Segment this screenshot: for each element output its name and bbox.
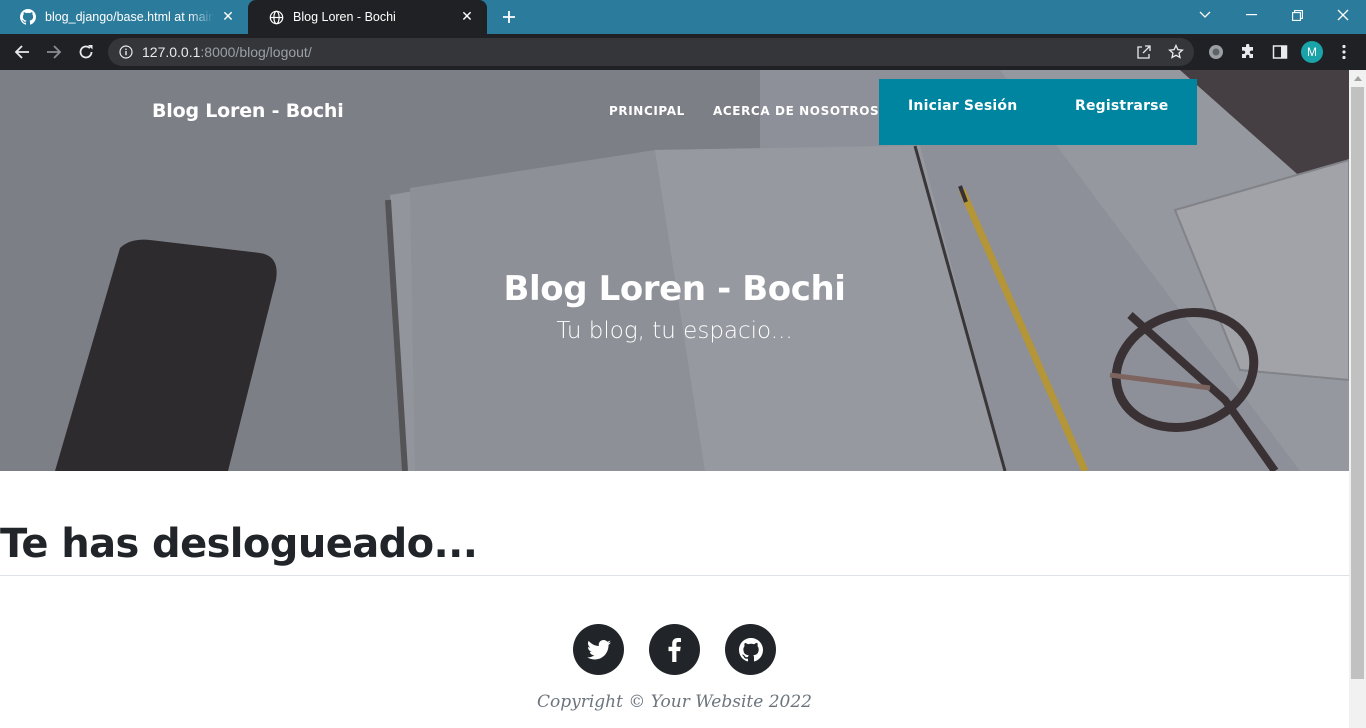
close-window-button[interactable] [1320, 0, 1366, 30]
back-button[interactable] [10, 40, 34, 64]
github-icon [738, 637, 763, 661]
masthead: Blog Loren - Bochi PRINCIPAL ACERCA DE N… [0, 70, 1349, 471]
nav-link-about[interactable]: ACERCA DE NOSOTROS [713, 104, 879, 118]
site-subheading: Tu blog, tu espacio... [556, 318, 793, 344]
url-path: :8000/blog/logout/ [200, 44, 312, 60]
tab-search-icon[interactable] [1182, 0, 1228, 30]
login-link[interactable]: Iniciar Sesión [908, 98, 1017, 114]
extension-icon[interactable] [1204, 40, 1228, 64]
page-scrollbar[interactable] [1349, 70, 1366, 728]
forward-button[interactable] [42, 40, 66, 64]
facebook-link[interactable] [649, 624, 700, 675]
register-link[interactable]: Registrarse [1075, 98, 1168, 114]
reload-button[interactable] [74, 40, 98, 64]
side-panel-icon[interactable] [1268, 40, 1292, 64]
scroll-up-icon[interactable] [1354, 76, 1362, 81]
nav-link-principal[interactable]: PRINCIPAL [609, 104, 685, 118]
new-tab-button[interactable] [498, 6, 520, 28]
copyright-text: Copyright © Your Website 2022 [537, 692, 812, 712]
tab-title: Blog Loren - Bochi [293, 10, 396, 24]
close-icon[interactable]: ✕ [459, 9, 475, 25]
avatar[interactable]: M [1301, 41, 1323, 63]
info-icon[interactable] [119, 45, 133, 59]
puzzle-icon[interactable] [1236, 40, 1260, 64]
scrollbar-thumb[interactable] [1351, 87, 1364, 679]
restore-button[interactable] [1274, 0, 1320, 30]
url-text: 127.0.0.1:8000/blog/logout/ [142, 44, 312, 60]
minimize-button[interactable] [1228, 0, 1274, 30]
tab-title: blog_django/base.html at main · [45, 10, 214, 24]
share-icon[interactable] [1135, 43, 1153, 61]
github-link[interactable] [725, 624, 776, 675]
auth-nav: Iniciar Sesión Registrarse [879, 79, 1197, 145]
menu-icon[interactable] [1332, 40, 1356, 64]
github-icon [20, 9, 36, 25]
globe-icon [268, 9, 284, 25]
page-viewport: Blog Loren - Bochi PRINCIPAL ACERCA DE N… [0, 70, 1349, 728]
facebook-icon [668, 637, 681, 662]
close-icon[interactable]: ✕ [220, 9, 236, 25]
tab-strip: blog_django/base.html at main · ✕ Blog L… [0, 0, 1366, 34]
tab-blog[interactable]: Blog Loren - Bochi ✕ [248, 0, 487, 34]
site-heading: Blog Loren - Bochi [503, 269, 846, 309]
address-bar[interactable]: 127.0.0.1:8000/blog/logout/ [108, 38, 1194, 66]
url-host: 127.0.0.1 [142, 44, 201, 60]
twitter-link[interactable] [573, 624, 624, 675]
page-title: Te has deslogueado... [0, 521, 478, 567]
tab-github[interactable]: blog_django/base.html at main · ✕ [0, 0, 248, 34]
bookmark-star-icon[interactable] [1167, 43, 1185, 61]
twitter-icon [586, 639, 611, 659]
navbar-brand[interactable]: Blog Loren - Bochi [152, 100, 344, 122]
divider [0, 575, 1349, 576]
